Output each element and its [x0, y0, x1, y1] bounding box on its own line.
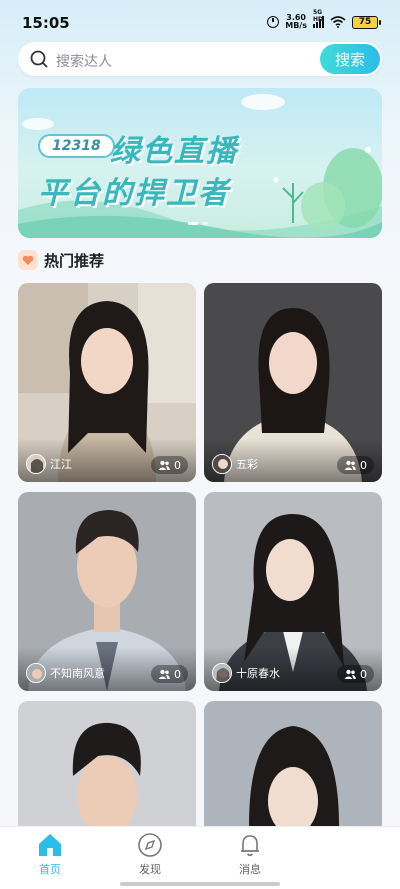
- battery-icon: 75: [352, 15, 381, 29]
- streamer-photo: [204, 701, 382, 826]
- search-icon: [30, 50, 48, 68]
- bell-icon: [241, 835, 259, 857]
- streamer-card[interactable]: 五彩 0: [204, 283, 382, 482]
- tab-discover[interactable]: 发现: [120, 831, 180, 881]
- users-icon: [344, 669, 356, 679]
- streamer-name: 江江: [50, 458, 72, 471]
- compass-icon: [138, 833, 162, 857]
- search-button[interactable]: 搜索: [320, 44, 380, 74]
- section-title: 热门推荐: [44, 251, 105, 270]
- home-indicator: [120, 882, 280, 886]
- status-icons: 3.60 MB/s 5G HD 75: [267, 9, 381, 30]
- battery-level: 75: [358, 17, 372, 27]
- streamer-card[interactable]: 不知南风意 0: [18, 492, 196, 691]
- streamer-card[interactable]: [204, 701, 382, 826]
- avatar: [26, 663, 46, 683]
- banner-headline: 绿色直播: [110, 134, 238, 169]
- users-icon: [158, 460, 170, 470]
- viewer-count: 0: [337, 456, 374, 474]
- streamer-name: 十原春水: [236, 667, 280, 680]
- viewer-count-value: 0: [360, 667, 367, 681]
- wifi-icon: [330, 16, 346, 28]
- users-icon: [344, 460, 356, 470]
- status-bar: 15:05 3.60 MB/s 5G HD 75: [0, 0, 400, 44]
- avatar: [212, 663, 232, 683]
- streamer-name: 不知南风意: [50, 667, 105, 680]
- search-bar: 搜索达人 搜索: [18, 42, 382, 76]
- tab-home[interactable]: 首页: [20, 831, 80, 881]
- bottom-tab-bar: 首页 发现 消息: [0, 826, 400, 889]
- streamer-photo: [18, 701, 196, 826]
- avatar: [26, 454, 46, 474]
- banner-badge: 12318: [38, 134, 115, 158]
- tab-label: 消息: [239, 863, 261, 876]
- viewer-count-value: 0: [360, 458, 367, 472]
- signal-tag: 5G HD: [313, 9, 324, 23]
- viewer-count-value: 0: [174, 458, 181, 472]
- avatar: [212, 454, 232, 474]
- section-header: 热门推荐: [18, 249, 104, 271]
- home-icon: [39, 834, 61, 856]
- promo-banner[interactable]: 12318 绿色直播 平台的捍卫者: [18, 88, 382, 238]
- viewer-count: 0: [337, 665, 374, 683]
- users-icon: [158, 669, 170, 679]
- tab-label: 发现: [139, 863, 161, 876]
- tab-messages[interactable]: 消息: [220, 831, 280, 881]
- network-speed: 3.60 MB/s: [285, 14, 307, 30]
- viewer-count: 0: [151, 456, 188, 474]
- viewer-count: 0: [151, 665, 188, 683]
- signal-icon: 5G HD: [313, 9, 324, 28]
- streamer-name: 五彩: [236, 458, 258, 471]
- banner-subheadline: 平台的捍卫者: [38, 176, 230, 211]
- viewer-count-value: 0: [174, 667, 181, 681]
- network-speed-unit: MB/s: [285, 21, 307, 30]
- status-time: 15:05: [22, 14, 70, 32]
- alarm-icon: [267, 16, 280, 28]
- heart-icon: [18, 250, 38, 270]
- search-input[interactable]: 搜索达人: [56, 51, 112, 71]
- streamer-card[interactable]: 十原春水 0: [204, 492, 382, 691]
- streamer-card[interactable]: [18, 701, 196, 826]
- tab-label: 首页: [39, 863, 61, 876]
- streamer-card[interactable]: 江江 0: [18, 283, 196, 482]
